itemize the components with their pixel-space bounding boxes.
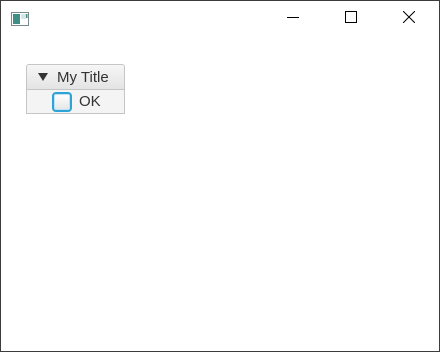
minimize-icon — [287, 10, 299, 28]
triangle-down-icon[interactable] — [38, 73, 48, 81]
titled-pane-title: My Title — [57, 68, 109, 86]
title-bar[interactable] — [1, 1, 439, 37]
ok-checkbox[interactable] — [52, 91, 72, 112]
titled-pane-content: OK — [26, 90, 125, 114]
maximize-icon — [345, 10, 357, 28]
titled-pane-header[interactable]: My Title — [26, 64, 125, 90]
window-content: My Title OK — [1, 37, 439, 351]
minimize-button[interactable] — [264, 1, 322, 37]
close-button[interactable] — [380, 1, 438, 37]
maximize-button[interactable] — [322, 1, 380, 37]
titled-pane: My Title OK — [26, 64, 125, 114]
app-window: My Title OK — [0, 0, 440, 352]
ok-checkbox-label[interactable]: OK — [79, 93, 101, 110]
close-icon — [402, 10, 416, 28]
app-icon[interactable] — [11, 12, 29, 26]
